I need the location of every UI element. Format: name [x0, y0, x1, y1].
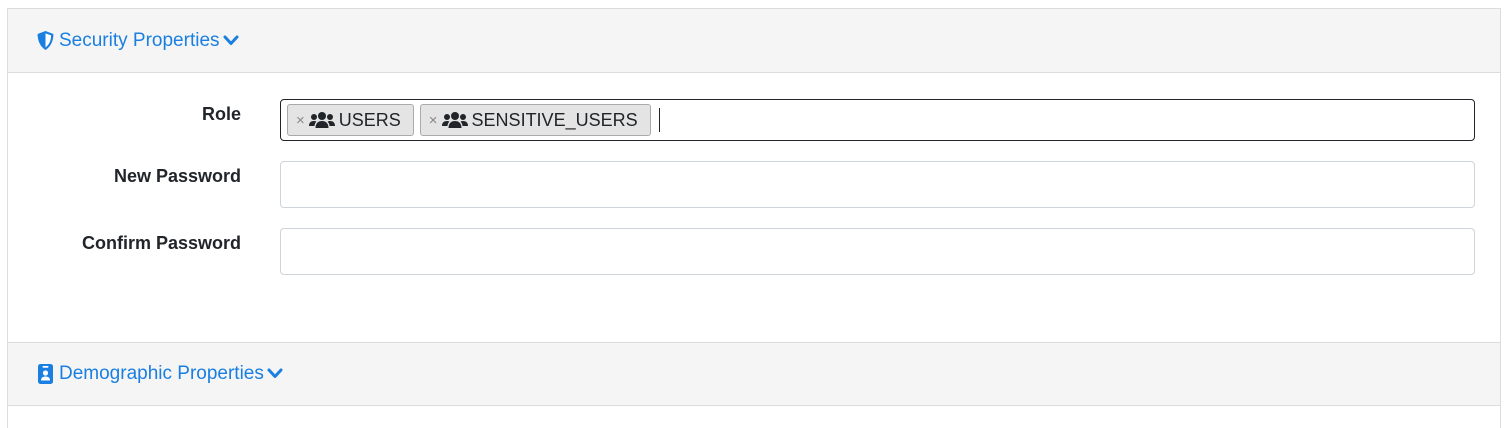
text-cursor — [658, 108, 660, 132]
properties-panel: Security Properties Role × USERS × SENSI… — [7, 8, 1501, 428]
new-password-label: New Password — [113, 166, 241, 186]
demographic-properties-toggle[interactable]: Demographic Properties — [35, 363, 283, 385]
role-chip-sensitive-users: × SENSITIVE_USERS — [419, 104, 651, 136]
confirm-password-input[interactable] — [280, 228, 1475, 275]
security-section-header[interactable]: Security Properties — [8, 9, 1500, 73]
users-icon — [441, 111, 468, 129]
chevron-down-icon — [267, 368, 283, 380]
remove-chip-icon[interactable]: × — [296, 112, 305, 129]
demographic-section-title: Demographic Properties — [59, 363, 264, 384]
security-properties-toggle[interactable]: Security Properties — [35, 30, 239, 52]
remove-chip-icon[interactable]: × — [429, 112, 438, 129]
role-label: Role — [201, 104, 241, 124]
new-password-input[interactable] — [280, 161, 1475, 208]
role-multiselect[interactable]: × USERS × SENSITIVE_USERS — [280, 99, 1475, 141]
chevron-down-icon — [223, 35, 239, 47]
role-chip-users: × USERS — [287, 104, 414, 136]
shield-icon — [35, 30, 55, 52]
users-icon — [308, 111, 335, 129]
id-badge-icon — [35, 363, 55, 385]
demographic-section-header[interactable]: Demographic Properties — [8, 342, 1500, 406]
confirm-password-label: Confirm Password — [81, 233, 241, 253]
role-chip-label: SENSITIVE_USERS — [471, 109, 638, 130]
security-section-title: Security Properties — [59, 29, 220, 51]
role-chip-label: USERS — [338, 109, 401, 130]
